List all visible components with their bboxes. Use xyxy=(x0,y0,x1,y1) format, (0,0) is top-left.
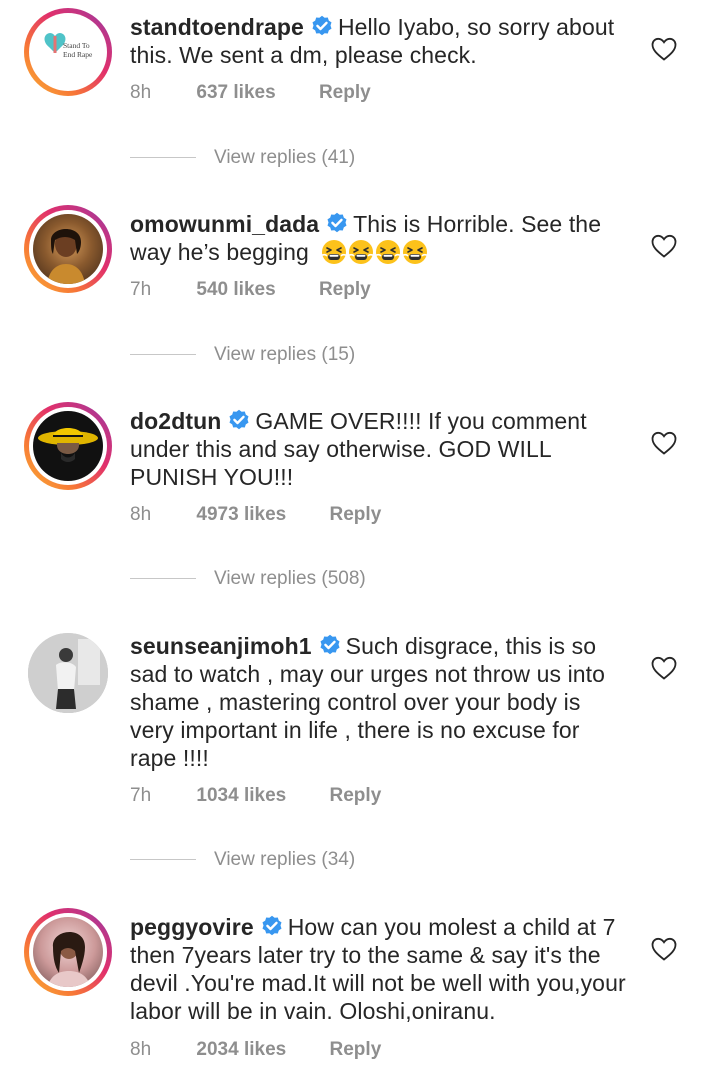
heart-outline-icon[interactable] xyxy=(651,37,677,61)
avatar-logo-line1: Stand To xyxy=(63,41,90,50)
comment-likes[interactable]: 2034 likes xyxy=(196,1037,286,1063)
view-replies-label: View replies (34) xyxy=(214,849,356,870)
comment-likes[interactable]: 540 likes xyxy=(196,277,275,303)
person-photo-icon xyxy=(28,633,108,713)
reply-button[interactable]: Reply xyxy=(319,80,371,106)
avatar[interactable] xyxy=(24,908,112,996)
avatar-image: Stand To End Rape xyxy=(33,17,103,87)
hat-cartoon-icon xyxy=(38,428,98,462)
avatar[interactable] xyxy=(24,205,112,293)
avatar-inner: Stand To End Rape xyxy=(29,13,107,91)
divider-line xyxy=(130,354,196,356)
avatar[interactable] xyxy=(24,402,112,490)
divider-line xyxy=(130,859,196,861)
avatar-image xyxy=(33,917,103,987)
comment-username[interactable]: omowunmi_dada xyxy=(130,211,319,237)
comment-username[interactable]: do2dtun xyxy=(130,408,221,434)
view-replies-button[interactable]: View replies (34) xyxy=(130,847,355,873)
comment-meta: 8h 4973 likes Reply xyxy=(130,502,381,528)
tired-face-emoji-icon xyxy=(402,239,428,265)
verified-badge-icon xyxy=(318,634,342,658)
heart-outline-icon[interactable] xyxy=(651,431,677,455)
tired-face-emoji-icon xyxy=(321,239,347,265)
verified-badge-icon xyxy=(260,915,284,939)
avatar-inner xyxy=(29,913,107,991)
comment-username[interactable]: standtoendrape xyxy=(130,14,304,40)
comment-meta: 8h 637 likes Reply xyxy=(130,80,371,106)
heart-outline-icon[interactable] xyxy=(651,937,677,961)
heart-outline-icon[interactable] xyxy=(651,234,677,258)
comment-time: 8h xyxy=(130,1039,152,1060)
avatar-image xyxy=(28,633,108,713)
avatar-logo-line2: End Rape xyxy=(63,50,93,59)
comment-body: seunseanjimoh1 Such disgrace, this is so … xyxy=(130,632,630,772)
reply-button[interactable]: Reply xyxy=(330,783,382,809)
comment-meta: 8h 2034 likes Reply xyxy=(130,1037,381,1063)
avatar-image xyxy=(33,411,103,481)
comment-meta: 7h 1034 likes Reply xyxy=(130,783,381,809)
view-replies-button[interactable]: View replies (508) xyxy=(130,566,366,592)
verified-badge-icon xyxy=(325,212,349,236)
comment-likes[interactable]: 1034 likes xyxy=(196,783,286,809)
comment-body: omowunmi_dada This is Horrible. See the w… xyxy=(130,210,630,266)
reply-button[interactable]: Reply xyxy=(330,1037,382,1063)
comment-username[interactable]: peggyovire xyxy=(130,914,254,940)
comment-body: standtoendrape Hello Iyabo, so sorry abou… xyxy=(130,13,630,69)
view-replies-label: View replies (41) xyxy=(214,147,356,168)
divider-line xyxy=(130,578,196,580)
tired-face-emoji-icon xyxy=(375,239,401,265)
avatar[interactable]: Stand To End Rape xyxy=(24,8,112,96)
avatar-inner xyxy=(29,407,107,485)
person-photo-icon xyxy=(47,931,91,987)
reply-button[interactable]: Reply xyxy=(319,277,371,303)
view-replies-button[interactable]: View replies (41) xyxy=(130,145,355,171)
comment-likes[interactable]: 637 likes xyxy=(196,80,275,106)
verified-badge-icon xyxy=(310,15,334,39)
comment-username[interactable]: seunseanjimoh1 xyxy=(130,633,312,659)
comment-time: 8h xyxy=(130,504,152,525)
verified-badge-icon xyxy=(227,409,251,433)
divider-line xyxy=(130,157,196,159)
heart-outline-icon[interactable] xyxy=(651,656,677,680)
tired-face-emoji-icon xyxy=(348,239,374,265)
comment-time: 7h xyxy=(130,785,152,806)
comment-body: peggyovire How can you molest a child at … xyxy=(130,913,630,1025)
comment-time: 7h xyxy=(130,279,152,300)
reply-button[interactable]: Reply xyxy=(330,502,382,528)
avatar-logo-text: Stand To End Rape xyxy=(63,41,92,59)
view-replies-label: View replies (508) xyxy=(214,568,366,589)
comment-meta: 7h 540 likes Reply xyxy=(130,277,371,303)
comment-time: 8h xyxy=(130,82,152,103)
person-photo-icon xyxy=(47,229,85,284)
view-replies-button[interactable]: View replies (15) xyxy=(130,342,355,368)
comment-body: do2dtun GAME OVER!!!! If you comment unde… xyxy=(130,407,630,491)
comment-likes[interactable]: 4973 likes xyxy=(196,502,286,528)
avatar-inner xyxy=(29,210,107,288)
view-replies-label: View replies (15) xyxy=(214,344,356,365)
avatar-image xyxy=(33,214,103,284)
avatar[interactable] xyxy=(28,633,108,713)
